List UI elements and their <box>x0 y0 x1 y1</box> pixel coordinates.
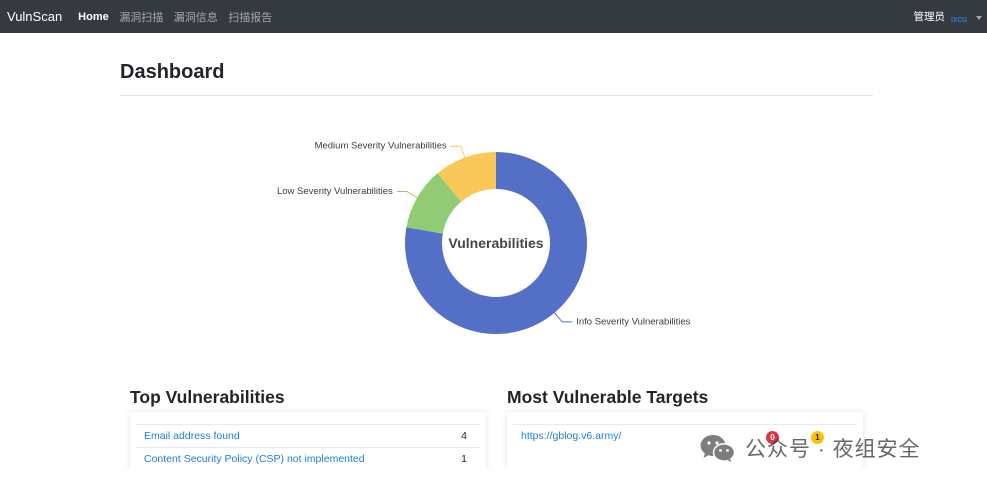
label-medium-severity-vulnerabilities: Medium Severity Vulnerabilities <box>315 141 447 152</box>
username-dropdown[interactable]: ixcu <box>951 14 967 24</box>
title-divider <box>120 95 873 96</box>
nav-item-vuln-scan[interactable]: 漏洞扫描 <box>119 9 163 25</box>
leader-line-info-severity-vulnerabilities <box>554 312 573 323</box>
user-role: 管理员 <box>913 11 945 23</box>
top-vulnerabilities-card: Email address found 4 Content Security P… <box>130 412 486 467</box>
page-title: Dashboard <box>120 61 225 83</box>
list-item: Content Security Policy (CSP) not implem… <box>136 447 480 467</box>
user-menu[interactable]: 管理员 ixcu <box>913 9 982 24</box>
brand-logo[interactable]: VulnScan <box>7 9 62 24</box>
leader-line-medium-severity-vulnerabilities <box>450 145 466 158</box>
most-vulnerable-targets-card: https://gblog.v6.army/ 0 1 <box>507 412 863 467</box>
top-vulnerabilities-title: Top Vulnerabilities <box>130 387 285 407</box>
leader-line-low-severity-vulnerabilities <box>396 191 418 198</box>
vulnerability-link[interactable]: Email address found <box>144 430 240 442</box>
nav-item-home[interactable]: Home <box>78 11 109 23</box>
label-low-severity-vulnerabilities: Low Severity Vulnerabilities <box>277 186 393 197</box>
label-info-severity-vulnerabilities: Info Severity Vulnerabilities <box>576 316 690 327</box>
target-link[interactable]: https://gblog.v6.army/ <box>521 430 621 442</box>
caret-down-icon[interactable] <box>976 15 982 20</box>
high-severity-badge: 0 <box>766 430 779 444</box>
medium-severity-badge: 1 <box>811 430 824 444</box>
chart-title: Vulnerabilities <box>448 235 543 251</box>
most-vulnerable-targets-title: Most Vulnerable Targets <box>507 387 709 407</box>
list-item: Email address found 4 <box>136 424 480 447</box>
nav-item-scan-report[interactable]: 扫描报告 <box>228 9 272 25</box>
vulnerability-count: 1 <box>461 453 467 465</box>
vulnerability-link[interactable]: Content Security Policy (CSP) not implem… <box>144 453 365 465</box>
list-item: https://gblog.v6.army/ 0 1 <box>513 424 857 447</box>
page-content: VulnScan Home 漏洞扫描 漏洞信息 扫描报告 管理员 ixcu Da… <box>0 0 987 467</box>
severity-badges: 0 1 <box>766 430 824 444</box>
nav-item-vuln-info[interactable]: 漏洞信息 <box>174 9 218 25</box>
vulnerability-donut-chart: Info Severity Vulnerabilities Low Severit… <box>277 141 691 334</box>
vulnerability-count: 4 <box>461 430 467 442</box>
top-navbar: VulnScan Home 漏洞扫描 漏洞信息 扫描报告 管理员 ixcu <box>0 0 987 33</box>
